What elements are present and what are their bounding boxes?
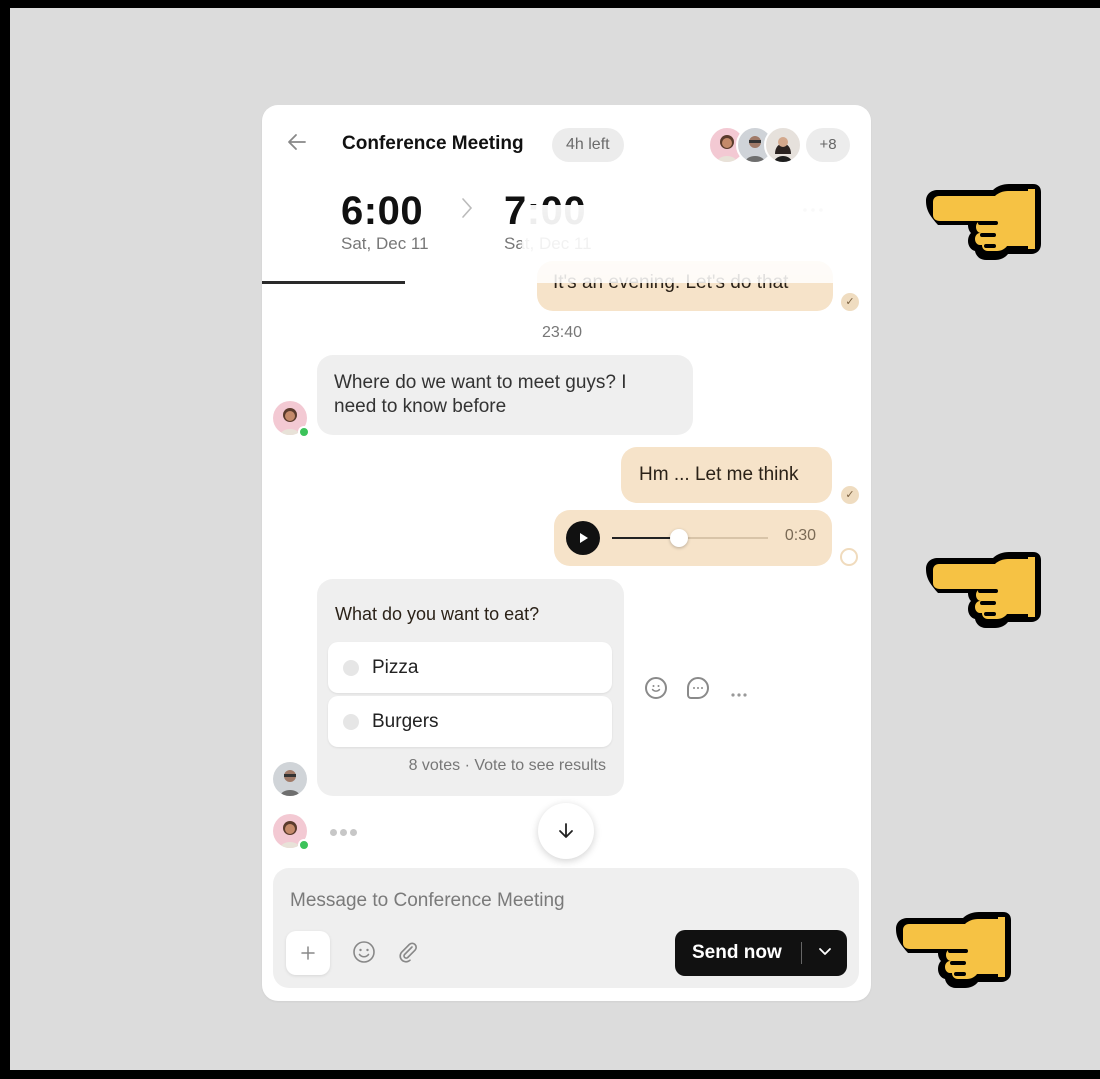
incoming-message[interactable]: Where do we want to meet guys? I need to… bbox=[317, 355, 693, 435]
avatar[interactable] bbox=[273, 762, 307, 796]
header-overlay bbox=[522, 205, 871, 283]
online-indicator bbox=[298, 839, 310, 851]
emoji-icon[interactable] bbox=[645, 677, 667, 699]
avatar[interactable] bbox=[764, 126, 802, 164]
voice-progress-fill bbox=[612, 537, 680, 539]
paperclip-icon[interactable] bbox=[396, 940, 420, 964]
send-button-label: Send now bbox=[692, 942, 782, 963]
emoji-icon[interactable] bbox=[352, 940, 376, 964]
voice-message[interactable]: 0:30 bbox=[554, 510, 832, 566]
pending-status-icon bbox=[840, 548, 858, 566]
chat-title: Conference Meeting bbox=[342, 133, 524, 154]
pointing-hand-icon bbox=[890, 911, 1012, 998]
online-indicator bbox=[298, 426, 310, 438]
arrow-down-icon bbox=[559, 823, 573, 838]
message-text: Where do we want to meet guys? I need to… bbox=[334, 372, 627, 417]
message-timestamp: 23:40 bbox=[542, 324, 583, 341]
check-icon: ✓ bbox=[841, 486, 859, 504]
outgoing-message[interactable]: Hm ... Let me think bbox=[621, 447, 832, 503]
button-divider bbox=[801, 942, 802, 964]
radio-icon bbox=[343, 714, 359, 730]
poll-footer: 8 votes · Vote to see results bbox=[408, 757, 606, 774]
more-horizontal-icon[interactable] bbox=[730, 685, 748, 703]
pointing-hand-icon bbox=[920, 183, 1042, 270]
message-input[interactable] bbox=[290, 890, 790, 912]
start-time: 6:00 bbox=[341, 189, 424, 233]
send-now-button[interactable]: Send now bbox=[675, 930, 847, 976]
pointing-hand-icon bbox=[920, 551, 1042, 638]
poll-card: What do you want to eat? Pizza Burgers 8… bbox=[317, 579, 624, 796]
participant-avatars[interactable]: +8 bbox=[708, 126, 858, 164]
voice-progress-handle[interactable] bbox=[670, 529, 689, 547]
check-icon: ✓ bbox=[841, 293, 859, 311]
poll-option-burgers[interactable]: Burgers bbox=[328, 696, 612, 747]
chevron-right-icon bbox=[460, 195, 474, 228]
message-actions bbox=[645, 675, 755, 705]
arrow-left-icon[interactable] bbox=[286, 131, 312, 157]
plus-icon bbox=[301, 946, 315, 960]
start-date: Sat, Dec 11 bbox=[341, 234, 429, 253]
more-participants-badge[interactable]: +8 bbox=[806, 128, 850, 162]
poll-option-pizza[interactable]: Pizza bbox=[328, 642, 612, 693]
voice-progress-track[interactable] bbox=[612, 529, 768, 547]
play-icon bbox=[580, 533, 588, 543]
typing-indicator bbox=[330, 823, 360, 841]
voice-duration: 0:30 bbox=[784, 527, 816, 544]
message-text: Hm ... Let me think bbox=[639, 464, 799, 485]
canvas-background: Conference Meeting 4h left +8 6:00 Sat, … bbox=[10, 8, 1100, 1070]
chat-window: Conference Meeting 4h left +8 6:00 Sat, … bbox=[262, 105, 871, 1001]
start-time-block: 6:00 Sat, Dec 11 bbox=[341, 189, 429, 254]
add-attachment-button[interactable] bbox=[286, 931, 330, 975]
poll-option-label: Burgers bbox=[372, 711, 439, 732]
poll-question: What do you want to eat? bbox=[335, 604, 540, 624]
time-left-badge: 4h left bbox=[552, 128, 624, 162]
tab-indicator bbox=[262, 281, 405, 284]
radio-icon bbox=[343, 660, 359, 676]
message-composer: Send now bbox=[273, 868, 859, 988]
play-button[interactable] bbox=[566, 521, 600, 555]
poll-option-label: Pizza bbox=[372, 657, 419, 678]
reply-icon[interactable] bbox=[687, 677, 709, 699]
scroll-down-button[interactable] bbox=[538, 803, 594, 859]
chevron-down-icon[interactable] bbox=[818, 940, 832, 969]
